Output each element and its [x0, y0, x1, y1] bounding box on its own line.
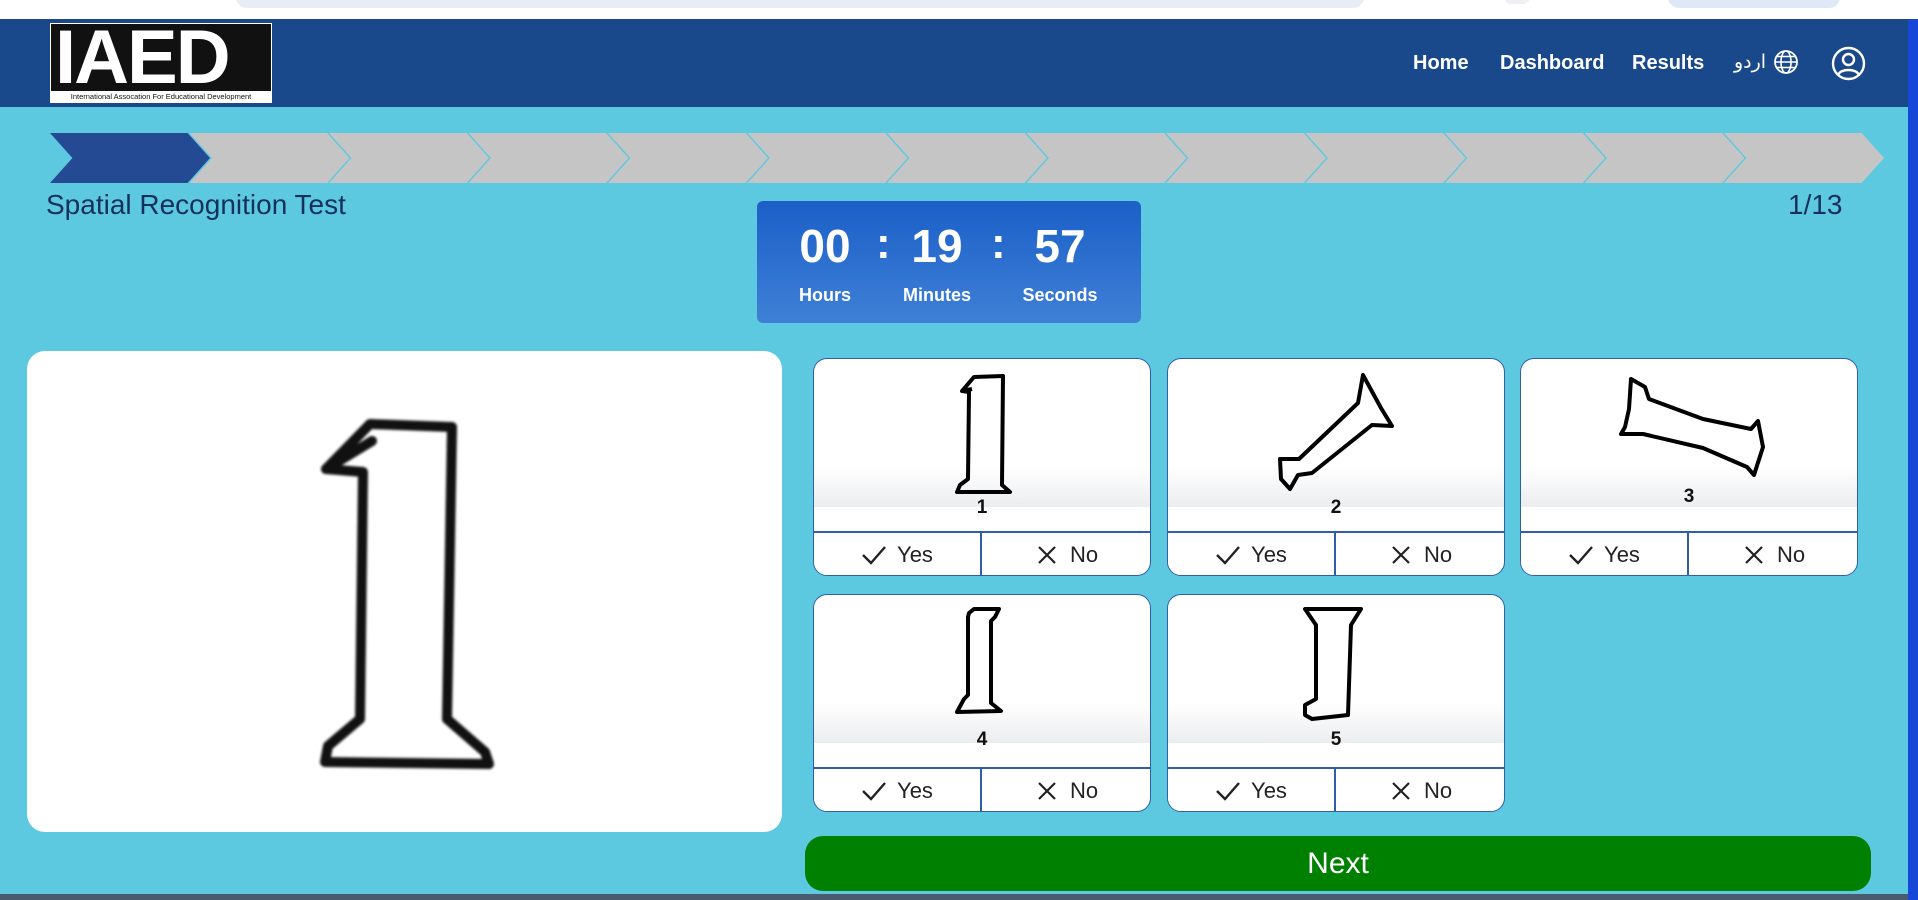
option-buttons: Yes No — [1168, 767, 1504, 811]
progress-step — [329, 133, 489, 183]
yes-button[interactable]: Yes — [1521, 533, 1689, 575]
option-card-4[interactable]: 4 Yes No — [813, 594, 1151, 812]
timer-hours-label: Hours — [798, 285, 851, 305]
yes-label: Yes — [1251, 542, 1287, 567]
bottom-edge — [0, 894, 1908, 900]
globe-icon[interactable] — [1773, 49, 1799, 75]
progress-step — [1584, 133, 1745, 183]
yes-button[interactable]: Yes — [814, 769, 982, 811]
close-icon — [1038, 782, 1056, 800]
browser-control — [1504, 0, 1530, 4]
option-card-1[interactable]: 1 Yes No — [813, 358, 1151, 576]
iaed-logo[interactable]: IAED International Assocation For Educat… — [50, 15, 272, 103]
next-button[interactable]: Next — [805, 836, 1871, 891]
progress-step — [468, 133, 629, 183]
browser-strip — [0, 0, 1918, 19]
shape-rotated-one-icon — [1278, 373, 1394, 491]
logo-letters: IAED — [55, 15, 231, 100]
timer-seconds: 57 — [1034, 220, 1086, 272]
no-button[interactable]: No — [982, 533, 1150, 575]
no-label: No — [1069, 542, 1099, 567]
countdown-timer: 00 : 19 : 57 Hours Minutes Seconds — [757, 201, 1141, 323]
no-button[interactable]: No — [982, 769, 1150, 811]
progress-step — [1305, 133, 1466, 183]
option-number: 4 — [976, 729, 988, 750]
shape-flipped-one-icon — [1303, 607, 1363, 721]
close-icon — [1392, 546, 1410, 564]
no-label: No — [1423, 542, 1453, 567]
progress-step — [189, 133, 350, 183]
nav-dashboard[interactable]: Dashboard — [1500, 51, 1604, 75]
progress-step — [50, 133, 210, 183]
user-circle-icon[interactable] — [1831, 46, 1866, 81]
timer-separator: : — [876, 219, 891, 268]
no-label: No — [1776, 542, 1806, 567]
close-icon — [1745, 546, 1763, 564]
yes-button[interactable]: Yes — [1168, 533, 1336, 575]
option-buttons: Yes No — [814, 531, 1150, 575]
no-button[interactable]: No — [1336, 533, 1504, 575]
yes-label: Yes — [1251, 778, 1287, 803]
progress-step — [1026, 133, 1187, 183]
browser-button — [1668, 0, 1840, 8]
scrollbar[interactable] — [1908, 19, 1918, 900]
no-button[interactable]: No — [1336, 769, 1504, 811]
option-buttons: Yes No — [1521, 531, 1857, 575]
yes-button[interactable]: Yes — [814, 533, 982, 575]
option-number: 3 — [1683, 486, 1695, 507]
no-button[interactable]: No — [1689, 533, 1857, 575]
timer-seconds-label: Seconds — [1022, 285, 1098, 305]
timer-separator: : — [991, 219, 1006, 268]
shape-short-one-icon — [955, 607, 1003, 714]
progress-step — [887, 133, 1047, 183]
yes-button[interactable]: Yes — [1168, 769, 1336, 811]
shape-tilted-one-icon — [1619, 377, 1765, 477]
timer-hours: 00 — [799, 220, 851, 272]
progress-step — [1166, 133, 1326, 183]
logo-tagline: International Assocation For Educational… — [51, 91, 271, 102]
option-buttons: Yes No — [1168, 531, 1504, 575]
option-card-3[interactable]: 3 Yes No — [1520, 358, 1858, 576]
no-label: No — [1423, 778, 1453, 803]
option-buttons: Yes No — [814, 767, 1150, 811]
progress-steps — [50, 133, 1884, 183]
browser-address-bar — [236, 0, 1364, 8]
progress-step — [1445, 133, 1605, 183]
nav-language[interactable]: اردو — [1734, 51, 1766, 75]
option-number: 5 — [1330, 729, 1342, 750]
top-header: IAED International Assocation For Educat… — [0, 19, 1908, 107]
option-number: 1 — [976, 497, 988, 518]
option-card-5[interactable]: 5 Yes No — [1167, 594, 1505, 812]
yes-label: Yes — [897, 542, 933, 567]
close-icon — [1038, 546, 1056, 564]
question-image-panel — [27, 351, 782, 832]
timer-minutes: 19 — [911, 220, 963, 272]
check-icon — [1216, 546, 1240, 565]
yes-label: Yes — [897, 778, 933, 803]
progress-step — [1724, 133, 1884, 183]
no-label: No — [1069, 778, 1099, 803]
nav-home[interactable]: Home — [1413, 51, 1469, 75]
yes-label: Yes — [1604, 542, 1640, 567]
nav-results[interactable]: Results — [1632, 51, 1704, 75]
close-icon — [1392, 782, 1410, 800]
test-title: Spatial Recognition Test — [46, 189, 346, 220]
option-card-2[interactable]: 2 Yes No — [1167, 358, 1505, 576]
digit-one-figure — [320, 419, 494, 769]
shape-upright-one-icon — [955, 374, 1012, 494]
check-icon — [862, 782, 886, 801]
progress-step — [747, 133, 908, 183]
check-icon — [1569, 546, 1593, 565]
check-icon — [1216, 782, 1240, 801]
check-icon — [862, 546, 886, 565]
progress-step — [608, 133, 768, 183]
question-counter: 1/13 — [1788, 189, 1843, 220]
timer-minutes-label: Minutes — [902, 285, 971, 305]
option-number: 2 — [1330, 497, 1342, 518]
